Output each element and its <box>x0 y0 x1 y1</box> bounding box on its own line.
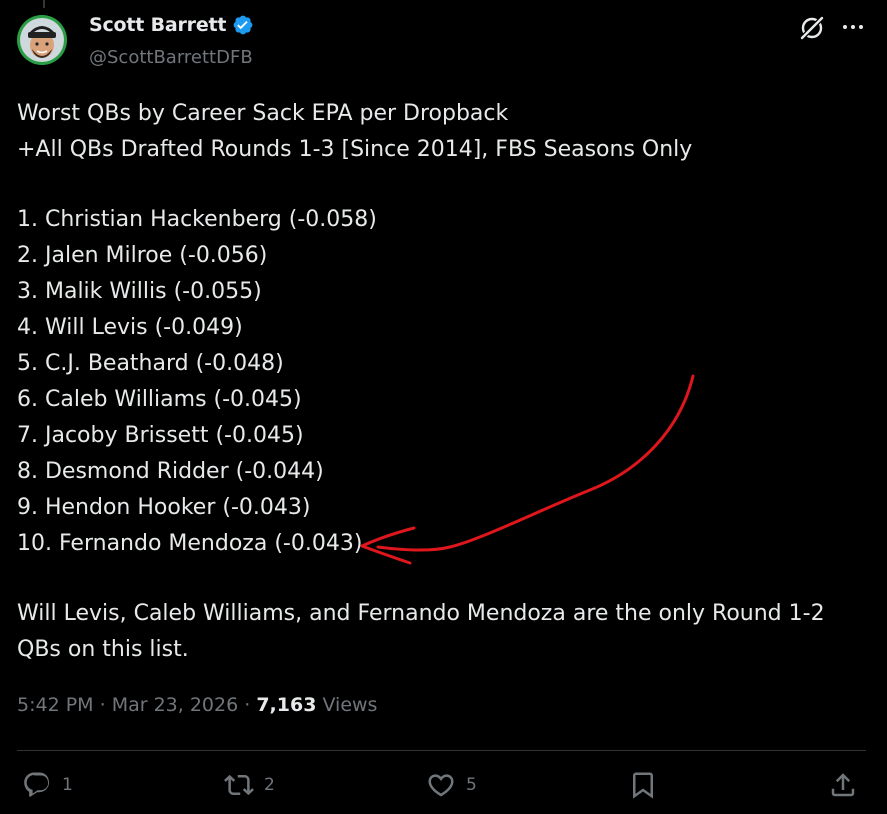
list-item: 10. Fernando Mendoza (-0.043) <box>17 531 363 556</box>
tweet-title-line-1: Worst QBs by Career Sack EPA per Dropbac… <box>17 101 509 126</box>
meta-separator: · <box>93 694 112 716</box>
retweet-icon <box>224 774 254 796</box>
tweet-page: Scott Barrett @ScottBarrettDFB Worst QBs… <box>0 0 887 814</box>
list-item: 7. Jacoby Brissett (-0.045) <box>17 423 304 448</box>
share-icon <box>831 773 855 797</box>
list-item: 5. C.J. Beathard (-0.048) <box>17 351 284 376</box>
tweet-date[interactable]: Mar 23, 2026 <box>112 694 239 716</box>
author-name-row[interactable]: Scott Barrett <box>89 14 254 36</box>
list-item: 1. Christian Hackenberg (-0.058) <box>17 207 377 232</box>
more-options-icon[interactable] <box>840 14 866 40</box>
reply-button[interactable]: 1 <box>22 770 73 800</box>
author-display-name[interactable]: Scott Barrett <box>89 14 226 36</box>
tweet-body: Worst QBs by Career Sack EPA per Dropbac… <box>17 96 877 668</box>
verified-badge-icon <box>232 14 254 36</box>
list-item: 6. Caleb Williams (-0.045) <box>17 387 302 412</box>
list-item: 8. Desmond Ridder (-0.044) <box>17 459 324 484</box>
avatar[interactable] <box>17 15 67 65</box>
tweet-metadata: 5:42 PM · Mar 23, 2026 · 7,163 Views <box>17 694 377 716</box>
action-bar: 1 2 5 <box>0 766 887 810</box>
views-label: Views <box>316 694 378 716</box>
tweet-time[interactable]: 5:42 PM <box>17 694 94 716</box>
bookmark-icon <box>633 772 653 799</box>
author-handle[interactable]: @ScottBarrettDFB <box>89 47 253 68</box>
like-count: 5 <box>466 775 477 795</box>
reply-count: 1 <box>62 775 73 795</box>
list-item: 9. Hendon Hooker (-0.043) <box>17 495 311 520</box>
reply-icon <box>24 772 50 797</box>
list-item: 3. Malik Willis (-0.055) <box>17 279 262 304</box>
retweet-count: 2 <box>264 775 275 795</box>
list-item: 4. Will Levis (-0.049) <box>17 315 243 340</box>
divider <box>17 750 866 751</box>
tweet-title-line-2: +All QBs Drafted Rounds 1-3 [Since 2014]… <box>17 137 693 162</box>
retweet-button[interactable]: 2 <box>224 770 275 800</box>
heart-icon <box>428 774 454 797</box>
tweet-closing-text: Will Levis, Caleb Williams, and Fernando… <box>17 601 825 662</box>
views-count: 7,163 <box>256 694 317 716</box>
share-button[interactable] <box>828 770 858 800</box>
meta-separator: · <box>238 694 257 716</box>
grok-icon[interactable] <box>798 14 826 42</box>
thread-connector-line <box>43 0 45 8</box>
bookmark-button[interactable] <box>628 770 658 800</box>
list-item: 2. Jalen Milroe (-0.056) <box>17 243 268 268</box>
like-button[interactable]: 5 <box>426 770 477 800</box>
